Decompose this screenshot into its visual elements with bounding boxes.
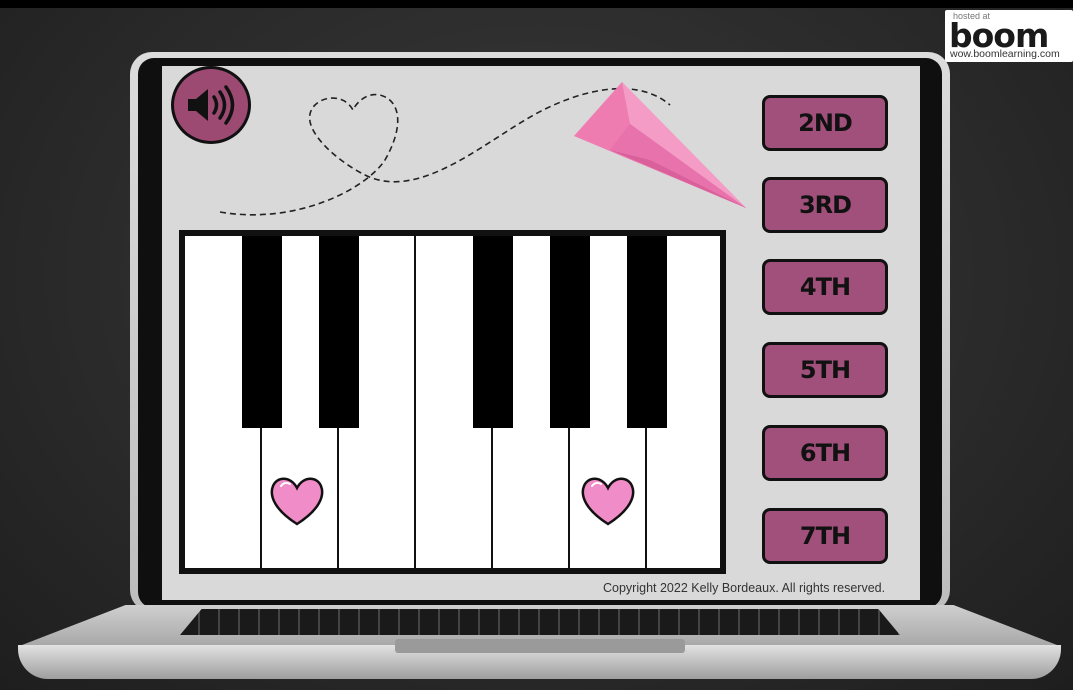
- answer-button-2nd[interactable]: 2ND: [762, 95, 888, 151]
- boom-badge[interactable]: hosted at boom wow.boomlearning.com: [945, 10, 1073, 62]
- piano-keyboard: [179, 230, 726, 574]
- laptop-trackpad: [395, 639, 685, 653]
- copyright-text: Copyright 2022 Kelly Bordeaux. All right…: [603, 581, 886, 595]
- answer-label: 4TH: [799, 273, 851, 301]
- paper-airplane-icon: [574, 82, 746, 208]
- heart-icon: [581, 477, 635, 526]
- answer-label: 2ND: [798, 109, 853, 137]
- answer-button-6th[interactable]: 6TH: [762, 425, 888, 481]
- answer-label: 6TH: [799, 439, 851, 467]
- answer-label: 7TH: [799, 522, 851, 550]
- black-key-4[interactable]: [550, 236, 590, 428]
- answer-button-5th[interactable]: 5TH: [762, 342, 888, 398]
- top-bar: [0, 0, 1073, 8]
- answer-label: 5TH: [799, 356, 851, 384]
- black-key-5[interactable]: [627, 236, 667, 428]
- black-key-3[interactable]: [473, 236, 513, 428]
- answer-button-7th[interactable]: 7TH: [762, 508, 888, 564]
- black-key-2[interactable]: [319, 236, 359, 428]
- answer-label: 3RD: [798, 191, 852, 219]
- answer-button-3rd[interactable]: 3RD: [762, 177, 888, 233]
- answer-button-4th[interactable]: 4TH: [762, 259, 888, 315]
- laptop-keyboard: [180, 609, 900, 635]
- black-key-1[interactable]: [242, 236, 282, 428]
- heart-icon: [270, 477, 324, 526]
- boom-url: wow.boomlearning.com: [950, 48, 1060, 60]
